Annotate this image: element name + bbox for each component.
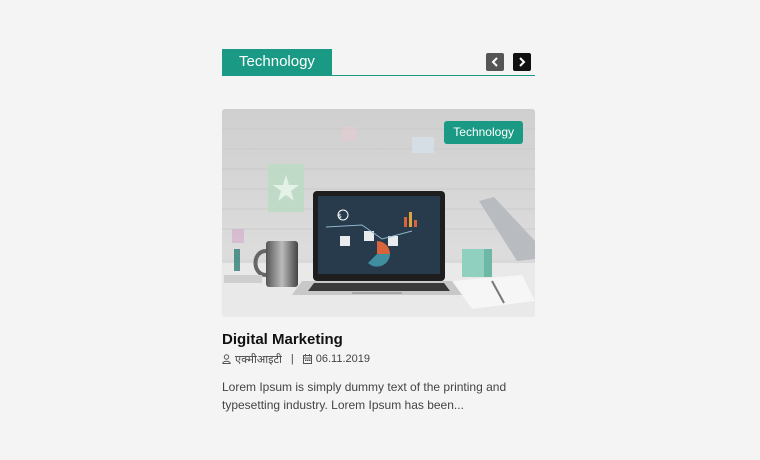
- svg-text:$: $: [338, 213, 342, 220]
- category-badge[interactable]: Technology: [444, 121, 523, 144]
- technology-news-widget: Technology $ Technology Digital Marketin…: [222, 49, 535, 412]
- user-icon: [222, 354, 231, 364]
- chevron-left-icon: [491, 57, 498, 67]
- previous-button[interactable]: [486, 53, 504, 71]
- meta-separator: |: [290, 353, 294, 365]
- chevron-right-icon: [519, 57, 526, 67]
- post-title[interactable]: Digital Marketing: [222, 331, 343, 348]
- post-meta: एक्मीआइटी | 06.11.2019: [222, 352, 370, 366]
- widget-header: Technology: [222, 49, 535, 76]
- calendar-icon: [302, 354, 312, 364]
- next-button[interactable]: [513, 53, 531, 71]
- post-thumbnail[interactable]: $ Technology: [222, 109, 535, 317]
- post-author[interactable]: एक्मीआइटी: [235, 352, 282, 367]
- post-excerpt: Lorem Ipsum is simply dummy text of the …: [222, 380, 507, 412]
- section-title: Technology: [222, 49, 332, 75]
- post-date: 06.11.2019: [315, 353, 370, 365]
